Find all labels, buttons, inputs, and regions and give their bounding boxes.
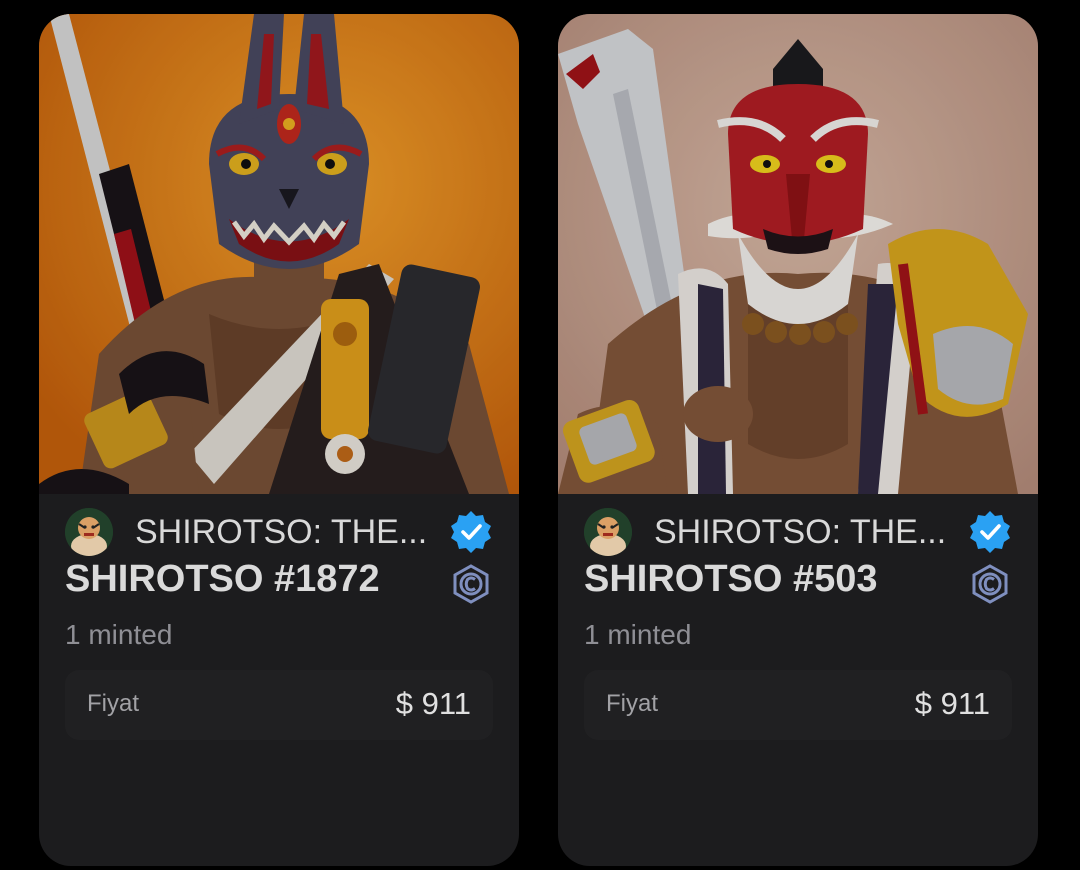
nft-artwork[interactable] <box>558 14 1038 494</box>
price-value: $ 911 <box>395 686 471 721</box>
collection-name[interactable]: SHIROTSO: THE... <box>135 513 435 551</box>
price-box: Fiyat $ 911 <box>65 670 493 740</box>
nft-title[interactable]: SHIROTSO #1872 <box>65 556 425 602</box>
chain-icon <box>453 564 489 604</box>
nft-title[interactable]: SHIROTSO #503 <box>584 556 944 602</box>
minted-count: 1 minted <box>584 619 692 650</box>
minted-count: 1 minted <box>65 619 173 650</box>
collection-name[interactable]: SHIROTSO: THE... <box>654 513 954 551</box>
price-box: Fiyat $ 911 <box>584 670 1012 740</box>
nft-card[interactable]: SHIROTSO: THE... SHIROTSO #503 1 minted … <box>558 14 1038 866</box>
verified-badge-icon <box>970 511 1010 553</box>
collection-avatar[interactable] <box>65 508 113 556</box>
price-label: Fiyat <box>87 690 140 717</box>
verified-badge-icon <box>451 511 491 553</box>
chain-icon <box>972 564 1008 604</box>
price-value: $ 911 <box>914 686 990 721</box>
price-label: Fiyat <box>606 690 659 717</box>
collection-avatar[interactable] <box>584 508 632 556</box>
nft-artwork[interactable] <box>39 14 519 494</box>
nft-card[interactable]: SHIROTSO: THE... SHIROTSO #1872 1 minted… <box>39 14 519 866</box>
